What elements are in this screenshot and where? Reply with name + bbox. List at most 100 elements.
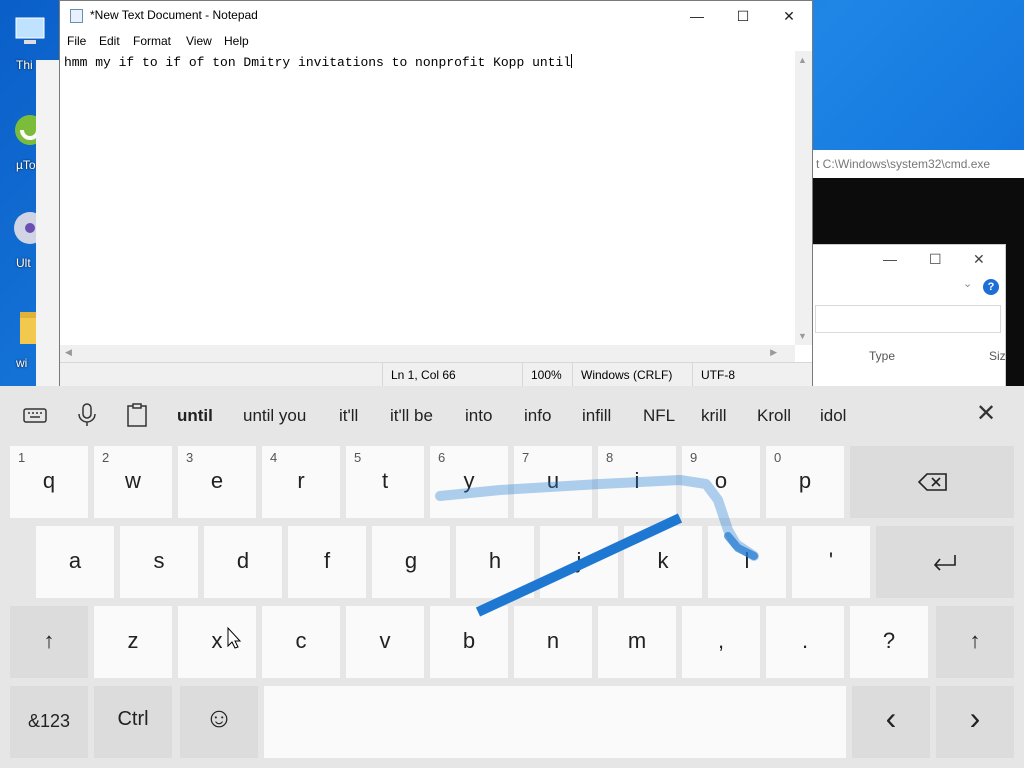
key-g[interactable]: g (372, 526, 450, 598)
key-number: 1 (18, 450, 26, 465)
suggestion-nfl[interactable]: NFL (643, 406, 675, 426)
search-box[interactable] (815, 305, 1001, 333)
close-button[interactable]: ✕ (766, 1, 812, 31)
menu-edit[interactable]: Edit (99, 34, 120, 48)
left-arrow-key[interactable]: ‹ (852, 686, 930, 758)
menu-view[interactable]: View (186, 34, 212, 48)
editor-content: hmm my if to if of ton Dmitry invitation… (64, 55, 572, 70)
menu-file[interactable]: File (67, 34, 86, 48)
suggestion-until[interactable]: until (177, 406, 213, 426)
suggestion-until-you[interactable]: until you (243, 406, 306, 426)
microphone-icon[interactable] (74, 402, 100, 428)
key-d[interactable]: d (204, 526, 282, 598)
key-i[interactable]: 8i (598, 446, 676, 518)
key-h[interactable]: h (456, 526, 534, 598)
suggestion-info[interactable]: info (524, 406, 551, 426)
key-comma[interactable]: , (682, 606, 760, 678)
key-k[interactable]: k (624, 526, 702, 598)
suggestion-infill[interactable]: infill (582, 406, 611, 426)
menu-format[interactable]: Format (133, 34, 171, 48)
close-keyboard-icon[interactable]: ✕ (976, 402, 996, 426)
keyboard-settings-icon[interactable] (22, 402, 48, 428)
key-w[interactable]: 2w (94, 446, 172, 518)
space-key[interactable] (264, 686, 846, 758)
key-l[interactable]: l (708, 526, 786, 598)
key-q[interactable]: 1q (10, 446, 88, 518)
column-header-type[interactable]: Type (869, 349, 895, 363)
desktop-icon-label[interactable]: wi (16, 356, 27, 370)
suggestion-itll-be[interactable]: it'll be (390, 406, 433, 426)
key-label: h (488, 548, 502, 573)
key-j[interactable]: j (540, 526, 618, 598)
text-editor[interactable]: hmm my if to if of ton Dmitry invitation… (62, 51, 797, 345)
zoom-level: 100% (522, 363, 578, 387)
key-number: 7 (522, 450, 530, 465)
key-b[interactable]: b (430, 606, 508, 678)
menu-help[interactable]: Help (224, 34, 249, 48)
key-a[interactable]: a (36, 526, 114, 598)
text-caret (571, 54, 573, 68)
line-ending: Windows (CRLF) (572, 363, 692, 387)
suggestion-into[interactable]: into (465, 406, 492, 426)
right-arrow-key[interactable]: › (936, 686, 1014, 758)
help-icon[interactable]: ? (983, 279, 999, 295)
close-icon: ✕ (783, 7, 795, 24)
column-header-size[interactable]: Siz (989, 349, 1006, 363)
key-label: v (379, 628, 391, 653)
maximize-button[interactable]: ☐ (720, 1, 766, 31)
key-question[interactable]: ? (850, 606, 928, 678)
shift-icon: ↑ (969, 628, 981, 653)
key-n[interactable]: n (514, 606, 592, 678)
notepad-window[interactable]: *New Text Document - Notepad — ☐ ✕ File … (59, 0, 813, 387)
enter-key[interactable] (876, 526, 1014, 598)
scroll-up-icon[interactable]: ▲ (798, 55, 807, 65)
key-y[interactable]: 6y (430, 446, 508, 518)
key-o[interactable]: 9o (682, 446, 760, 518)
desktop-icon-label[interactable]: Ult (16, 256, 31, 270)
clipboard-icon[interactable] (124, 402, 150, 428)
this-pc-icon[interactable] (14, 12, 48, 52)
horizontal-scrollbar[interactable]: ◀ ▶ (60, 345, 795, 362)
key-x[interactable]: x (178, 606, 256, 678)
key-m[interactable]: m (598, 606, 676, 678)
shift-right-key[interactable]: ↑ (936, 606, 1014, 678)
cmd-window-title[interactable]: t C:\Windows\system32\cmd.exe (808, 150, 1024, 178)
key-e[interactable]: 3e (178, 446, 256, 518)
key-label: q (42, 468, 56, 493)
desktop-icon-label[interactable]: µTo (16, 158, 36, 172)
suggestion-kroll[interactable]: Kroll (757, 406, 791, 426)
backspace-key[interactable] (850, 446, 1014, 518)
minimize-button[interactable]: — (674, 1, 720, 31)
key-period[interactable]: . (766, 606, 844, 678)
scroll-left-icon[interactable]: ◀ (65, 347, 72, 358)
key-v[interactable]: v (346, 606, 424, 678)
desktop-icon-label[interactable]: Thi (16, 58, 33, 72)
key-z[interactable]: z (94, 606, 172, 678)
ctrl-key[interactable]: Ctrl (94, 686, 172, 758)
emoji-key[interactable]: ☺ (180, 686, 258, 758)
key-u[interactable]: 7u (514, 446, 592, 518)
key-c[interactable]: c (262, 606, 340, 678)
key-s[interactable]: s (120, 526, 198, 598)
key-r[interactable]: 4r (262, 446, 340, 518)
maximize-icon[interactable]: ☐ (929, 251, 942, 268)
chevron-down-icon[interactable]: ⌄ (963, 277, 972, 290)
key-f[interactable]: f (288, 526, 366, 598)
symbols-key[interactable]: &123 (10, 686, 88, 758)
shift-left-key[interactable]: ↑ (10, 606, 88, 678)
minimize-icon[interactable]: — (883, 251, 897, 267)
scroll-right-icon[interactable]: ▶ (770, 347, 777, 358)
key-p[interactable]: 0p (766, 446, 844, 518)
suggestion-idol[interactable]: idol (820, 406, 846, 426)
title-bar[interactable]: *New Text Document - Notepad — ☐ ✕ (60, 1, 812, 31)
key-t[interactable]: 5t (346, 446, 424, 518)
suggestion-krill[interactable]: krill (701, 406, 727, 426)
key-label: w (125, 468, 141, 493)
key-label: a (68, 548, 82, 573)
key-apostrophe[interactable]: ' (792, 526, 870, 598)
explorer-window[interactable]: — ☐ ✕ ⌄ ? Type Siz (810, 244, 1006, 388)
vertical-scrollbar[interactable]: ▲ ▼ (795, 51, 812, 345)
close-icon[interactable]: ✕ (973, 251, 985, 268)
scroll-down-icon[interactable]: ▼ (798, 331, 807, 341)
suggestion-itll[interactable]: it'll (339, 406, 358, 426)
